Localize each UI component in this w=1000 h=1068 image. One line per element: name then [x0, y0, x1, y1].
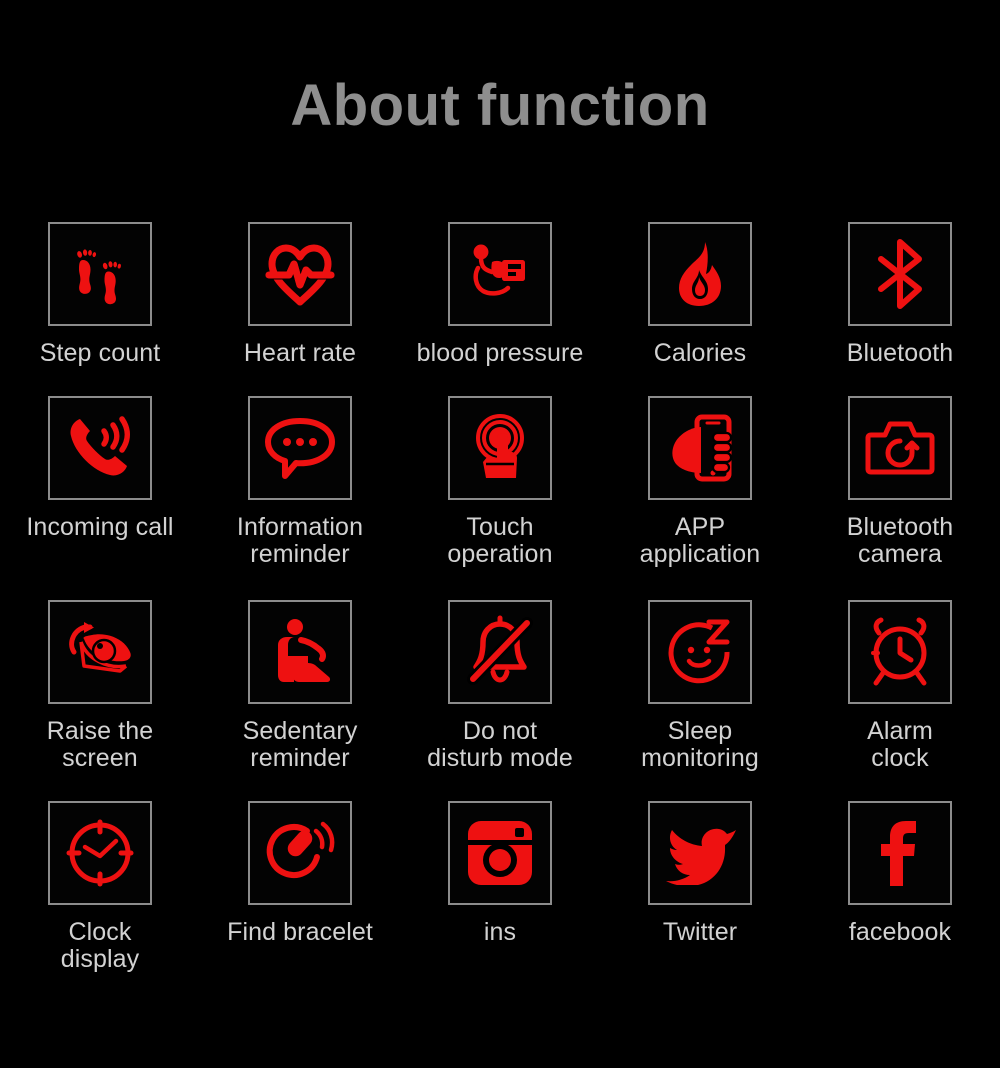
- function-item-label: Information reminder: [236, 513, 364, 568]
- function-item-heart-rate[interactable]: Heart rate: [200, 222, 400, 367]
- function-item-incoming-call[interactable]: Incoming call: [0, 396, 200, 568]
- sitting-person-icon: [278, 619, 331, 682]
- function-item-label: Touch operation: [447, 513, 553, 568]
- icon-box[interactable]: [848, 396, 952, 500]
- bell-muted-icon: [467, 615, 533, 685]
- function-item-label: blood pressure: [416, 339, 584, 367]
- icon-box[interactable]: [48, 600, 152, 704]
- function-item-do-not-disturb[interactable]: Do not disturb mode: [400, 600, 600, 772]
- icon-box[interactable]: [648, 801, 752, 905]
- function-item-label: Incoming call: [26, 513, 174, 541]
- icon-box[interactable]: [48, 396, 152, 500]
- grid-row: Step count Heart rate blood pressure Cal…: [0, 222, 1000, 367]
- blood-pressure-icon: [473, 244, 525, 296]
- icon-box[interactable]: [648, 222, 752, 326]
- function-item-touch-operation[interactable]: Touch operation: [400, 396, 600, 568]
- function-item-label: APP application: [639, 513, 761, 568]
- facebook-icon: [881, 821, 916, 886]
- icon-box[interactable]: [448, 396, 552, 500]
- icon-box[interactable]: [248, 600, 352, 704]
- alarm-clock-icon: [871, 617, 927, 686]
- footprints-icon: [77, 249, 121, 305]
- function-item-label: Heart rate: [243, 339, 357, 367]
- speech-bubble-icon: [265, 418, 335, 479]
- function-item-label: Sedentary reminder: [242, 717, 358, 772]
- function-item-calories[interactable]: Calories: [600, 222, 800, 367]
- function-item-label: facebook: [848, 918, 952, 946]
- icon-box[interactable]: [48, 801, 152, 905]
- function-item-facebook[interactable]: facebook: [800, 801, 1000, 973]
- function-item-label: Step count: [39, 339, 161, 367]
- raise-screen-eye-icon: [69, 622, 131, 673]
- function-item-step-count[interactable]: Step count: [0, 222, 200, 367]
- camera-icon: [865, 421, 935, 475]
- about-function-page: About function Step count Heart rate blo…: [0, 0, 1000, 1068]
- function-item-sleep-monitoring[interactable]: Sleep monitoring: [600, 600, 800, 772]
- grid-row: Raise the screen Sedentary reminder Do n…: [0, 600, 1000, 772]
- twitter-bird-icon: [666, 828, 736, 885]
- function-item-twitter[interactable]: Twitter: [600, 801, 800, 973]
- function-item-clock-display[interactable]: Clock display: [0, 801, 200, 973]
- flame-icon: [679, 242, 721, 306]
- function-item-label: ins: [483, 918, 517, 946]
- function-item-sedentary-reminder[interactable]: Sedentary reminder: [200, 600, 400, 772]
- function-item-alarm-clock[interactable]: Alarm clock: [800, 600, 1000, 772]
- icon-box[interactable]: [448, 600, 552, 704]
- function-grid: Step count Heart rate blood pressure Cal…: [0, 222, 1000, 973]
- function-item-raise-the-screen[interactable]: Raise the screen: [0, 600, 200, 772]
- function-item-label: Raise the screen: [46, 717, 154, 772]
- function-item-find-bracelet[interactable]: Find bracelet: [200, 801, 400, 973]
- function-item-bluetooth-camera[interactable]: Bluetooth camera: [800, 396, 1000, 568]
- icon-box[interactable]: [848, 222, 952, 326]
- icon-box[interactable]: [48, 222, 152, 326]
- icon-box[interactable]: [848, 600, 952, 704]
- heart-rate-icon: [265, 244, 335, 306]
- incoming-call-icon: [70, 416, 130, 476]
- instagram-icon: [468, 821, 532, 885]
- icon-box[interactable]: [448, 801, 552, 905]
- function-item-information-reminder[interactable]: Information reminder: [200, 396, 400, 568]
- grid-row: Incoming call Information reminder Touch…: [0, 396, 1000, 568]
- hand-phone-icon: [672, 414, 733, 482]
- function-item-app-application[interactable]: APP application: [600, 396, 800, 568]
- function-item-label: Clock display: [60, 918, 140, 973]
- function-item-label: Bluetooth camera: [846, 513, 954, 568]
- sleep-face-icon: [668, 619, 730, 684]
- page-title: About function: [290, 73, 710, 138]
- function-item-label: Twitter: [662, 918, 738, 946]
- clock-face-icon: [66, 819, 134, 887]
- function-item-ins[interactable]: ins: [400, 801, 600, 973]
- icon-box[interactable]: [848, 801, 952, 905]
- function-item-label: Do not disturb mode: [427, 717, 573, 772]
- bluetooth-icon: [878, 239, 922, 309]
- function-item-label: Sleep monitoring: [641, 717, 759, 772]
- icon-box[interactable]: [248, 396, 352, 500]
- function-item-bluetooth[interactable]: Bluetooth: [800, 222, 1000, 367]
- icon-box[interactable]: [248, 222, 352, 326]
- icon-box[interactable]: [448, 222, 552, 326]
- grid-row: Clock display Find bracelet ins Twitter …: [0, 801, 1000, 973]
- icon-box[interactable]: [648, 396, 752, 500]
- icon-box[interactable]: [648, 600, 752, 704]
- find-bracelet-icon: [266, 821, 335, 879]
- function-item-label: Calories: [653, 339, 747, 367]
- function-item-label: Find bracelet: [227, 918, 373, 946]
- touch-operation-icon: [476, 414, 524, 478]
- icon-box[interactable]: [248, 801, 352, 905]
- function-item-label: Bluetooth: [846, 339, 954, 367]
- function-item-label: Alarm clock: [867, 717, 933, 772]
- function-item-blood-pressure[interactable]: blood pressure: [400, 222, 600, 367]
